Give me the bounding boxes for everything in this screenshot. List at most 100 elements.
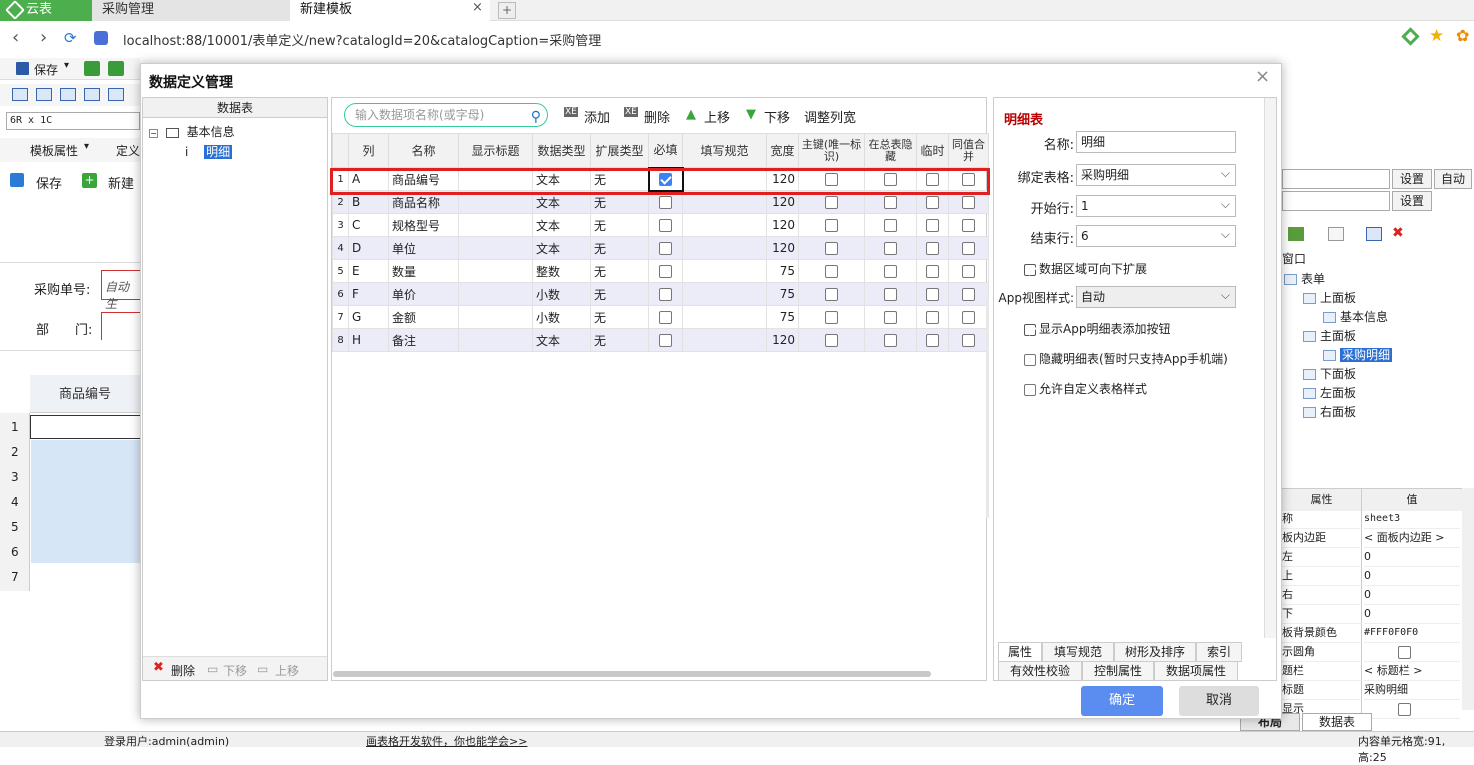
header-temp[interactable]: 临时	[916, 133, 949, 168]
cell-merge[interactable]	[948, 213, 989, 237]
add-icon[interactable]: +	[82, 173, 97, 188]
delete-button[interactable]: 删除	[644, 107, 670, 126]
cell-width[interactable]: 120	[766, 213, 799, 237]
cell-data-type[interactable]: 文本	[532, 236, 591, 260]
checkbox-unchecked[interactable]	[926, 311, 939, 324]
cell-required[interactable]	[648, 282, 683, 306]
table-icon[interactable]	[60, 88, 76, 101]
prop-value[interactable]: #FFF0F0F0	[1364, 624, 1460, 643]
cell-hide-summary[interactable]	[864, 305, 917, 329]
adjust-width-button[interactable]: 调整列宽	[804, 107, 856, 126]
cell-col-letter[interactable]: G	[348, 305, 389, 329]
cell-col-letter[interactable]: D	[348, 236, 389, 260]
tree-root-basic-info[interactable]: − 基本信息	[149, 123, 235, 140]
checkbox-unchecked[interactable]	[884, 265, 897, 278]
cell-ext-type[interactable]: 无	[590, 213, 649, 237]
template-attr-button[interactable]: 模板属性	[14, 142, 78, 159]
cell-primary-key[interactable]	[798, 282, 865, 306]
cell-row-index[interactable]: 7	[332, 305, 349, 329]
new-button[interactable]: 新建	[108, 173, 134, 192]
delete-icon[interactable]: ✖	[153, 660, 164, 675]
move-down-icon[interactable]: ▭	[207, 662, 218, 676]
cell-fill-rule[interactable]	[682, 282, 767, 306]
confirm-button[interactable]: 确定	[1081, 686, 1163, 716]
right-field-2[interactable]	[1282, 191, 1390, 211]
tab-item-props[interactable]: 数据项属性	[1154, 661, 1238, 681]
collapse-icon[interactable]: −	[149, 129, 158, 138]
hide-detail-checkbox[interactable]: 隐藏明细表(暂时只支持App手机端)	[1024, 350, 1228, 367]
table-row[interactable]: 4 D 单位 文本无 120	[332, 236, 989, 260]
cell-ext-type[interactable]: 无	[590, 282, 649, 306]
cell-ext-type[interactable]: 无	[590, 236, 649, 260]
header-rule[interactable]: 填写规范	[682, 133, 767, 168]
cell-fill-rule[interactable]	[682, 328, 767, 352]
checkbox-unchecked[interactable]	[1024, 383, 1036, 396]
refresh-icon[interactable]: ⟳	[64, 29, 77, 47]
checkbox-unchecked[interactable]	[825, 288, 838, 301]
set-button-1[interactable]: 设置	[1392, 169, 1432, 189]
start-row-select[interactable]: 1	[1076, 194, 1236, 217]
checkbox-unchecked[interactable]	[884, 242, 897, 255]
cell-primary-key[interactable]	[798, 305, 865, 329]
checkbox-unchecked[interactable]	[825, 196, 838, 209]
cell-ext-type[interactable]: 无	[590, 328, 649, 352]
paste-icon[interactable]	[108, 61, 124, 76]
tree-left-panel[interactable]: 左面板	[1303, 384, 1356, 401]
cell-width[interactable]: 75	[766, 259, 799, 283]
cell-width[interactable]: 75	[766, 305, 799, 329]
cell-temp[interactable]	[916, 236, 949, 260]
header-col[interactable]: 列	[348, 133, 389, 168]
copy-icon[interactable]	[84, 61, 100, 76]
table-icon[interactable]	[84, 88, 100, 101]
tree-window[interactable]: 窗口	[1282, 250, 1306, 267]
tab-caigou[interactable]: 采购管理	[92, 0, 290, 21]
forward-icon[interactable]: ›	[40, 27, 47, 48]
cancel-button[interactable]: 取消	[1179, 686, 1259, 716]
prop-value[interactable]	[1364, 700, 1460, 719]
cell-item-name[interactable]: 备注	[388, 328, 459, 352]
header-name[interactable]: 名称	[388, 133, 459, 168]
checkbox-unchecked[interactable]	[825, 219, 838, 232]
cell-required[interactable]	[648, 328, 683, 352]
checkbox-unchecked[interactable]	[926, 334, 939, 347]
save-button[interactable]: 保存	[36, 173, 62, 192]
checkbox-checked[interactable]	[1024, 263, 1036, 276]
table-icon[interactable]	[108, 88, 124, 101]
cell-col-letter[interactable]: C	[348, 213, 389, 237]
cell-primary-key[interactable]	[798, 328, 865, 352]
horizontal-scrollbar[interactable]	[333, 671, 931, 677]
checkbox-checked[interactable]	[1024, 323, 1036, 336]
cell-fill-rule[interactable]	[682, 236, 767, 260]
cell-item-name[interactable]: 单价	[388, 282, 459, 306]
cell-item-name[interactable]: 规格型号	[388, 213, 459, 237]
checkbox-unchecked[interactable]	[962, 265, 975, 278]
tab-datatable[interactable]: 数据表	[1302, 713, 1372, 731]
cell-item-name[interactable]: 数量	[388, 259, 459, 283]
tab-tree-sort[interactable]: 树形及排序	[1114, 642, 1196, 662]
checkbox-unchecked[interactable]	[659, 334, 672, 347]
page-icon[interactable]	[1328, 227, 1344, 241]
checkbox-unchecked[interactable]	[825, 311, 838, 324]
save-icon[interactable]	[16, 62, 29, 75]
cell-col-letter[interactable]: H	[348, 328, 389, 352]
cell-fill-rule[interactable]	[682, 259, 767, 283]
checkbox-unchecked[interactable]	[659, 265, 672, 278]
tab-validation[interactable]: 有效性校验	[998, 661, 1082, 681]
tree-up-button[interactable]: 上移	[275, 662, 299, 679]
checkbox-unchecked[interactable]	[926, 219, 939, 232]
move-up-button[interactable]: 上移	[704, 107, 730, 126]
define-button[interactable]: 定义	[100, 142, 140, 159]
back-icon[interactable]: ‹	[12, 27, 19, 48]
extension-icon[interactable]	[1401, 27, 1420, 46]
cell-display-title[interactable]	[458, 305, 533, 329]
expand-checkbox[interactable]: 数据区域可向下扩展	[1024, 260, 1147, 277]
save-icon[interactable]	[10, 173, 24, 187]
search-icon[interactable]: ⚲	[531, 106, 541, 128]
checkbox-unchecked[interactable]	[962, 219, 975, 232]
move-down-button[interactable]: 下移	[764, 107, 790, 126]
search-input[interactable]: 输入数据项名称(或字母) ⚲	[344, 103, 548, 127]
table-row[interactable]: 5 E 数量 整数无 75	[332, 259, 989, 283]
app-view-select[interactable]: 自动	[1076, 285, 1236, 308]
dialog-close-icon[interactable]: ×	[1255, 66, 1270, 87]
end-row-select[interactable]: 6	[1076, 224, 1236, 247]
